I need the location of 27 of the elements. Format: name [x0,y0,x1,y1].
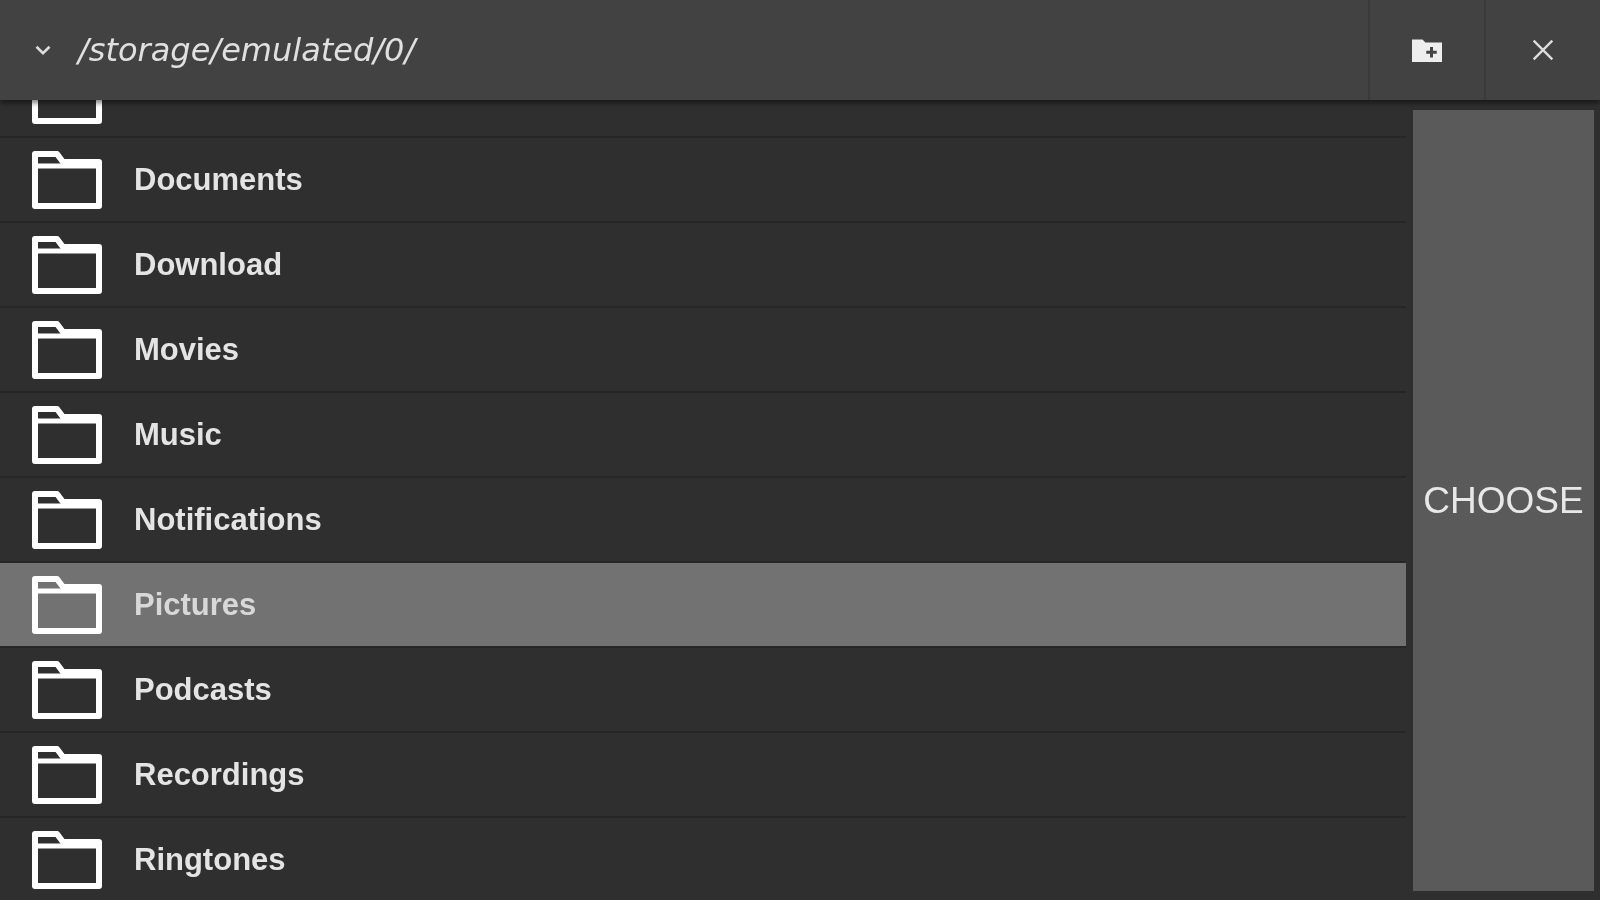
folder-row[interactable]: Movies [0,308,1406,393]
folder-row[interactable]: Ringtones [0,818,1406,900]
folder-row[interactable]: Recordings [0,733,1406,818]
folder-name: Movies [134,331,240,368]
folder-name: Podcasts [134,671,272,708]
folder-icon [30,829,104,890]
folder-row[interactable]: Music [0,393,1406,478]
folder-name: Pictures [134,586,257,623]
folder-icon [30,574,104,635]
path-text: /storage/emulated/0/ [78,31,416,69]
folder-name: Documents [134,161,303,198]
choose-button[interactable]: CHOOSE [1413,110,1594,891]
folder-name: Music [134,416,222,453]
folder-row[interactable]: Download [0,223,1406,308]
folder-icon [30,659,104,720]
folder-name: Recordings [134,756,305,793]
folder-icon [30,404,104,465]
folder-icon [30,234,104,295]
folder-icon [30,319,104,380]
folder-name: Ringtones [134,841,286,878]
folder-row[interactable]: Documents [0,138,1406,223]
folder-icon [30,489,104,550]
folder-name: Notifications [134,501,322,538]
folder-icon [30,744,104,805]
folder-icon [30,149,104,210]
folder-name: Download [134,246,283,283]
folder-row[interactable]: Podcasts [0,648,1406,733]
